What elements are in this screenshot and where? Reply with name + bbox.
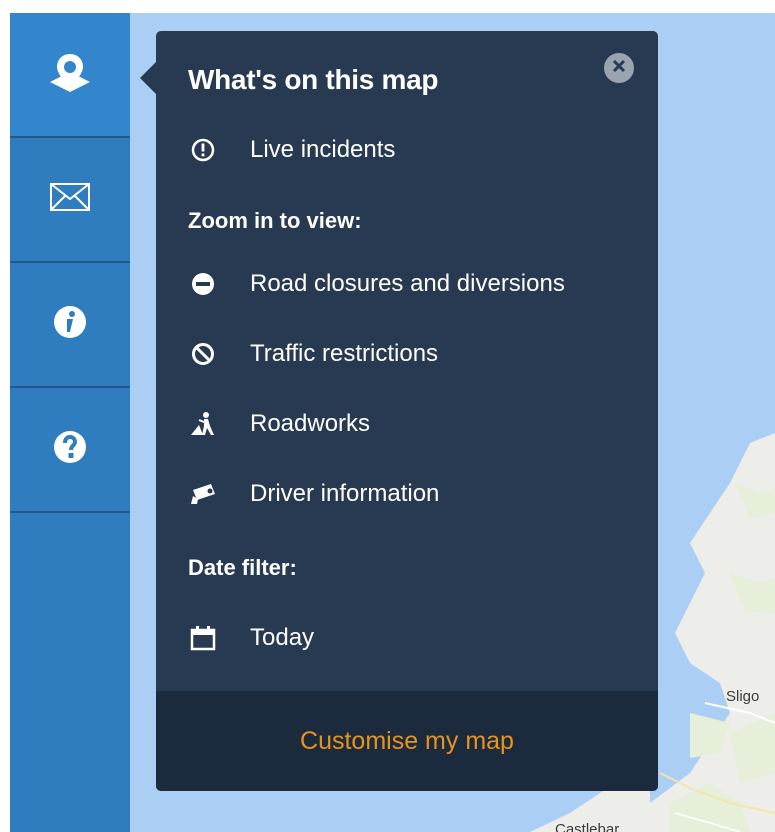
- info-icon: [53, 305, 87, 344]
- sidebar-item-email[interactable]: [10, 138, 130, 263]
- no-entry-icon: [188, 269, 218, 299]
- sidebar-item-map-key[interactable]: [10, 13, 130, 138]
- layer-roadworks[interactable]: Roadworks: [188, 409, 370, 439]
- map-pin-icon: [48, 50, 92, 99]
- calendar-icon: [188, 623, 218, 653]
- roadworks-icon: [188, 409, 218, 439]
- customise-map-link[interactable]: Customise my map: [300, 727, 514, 756]
- panel-pointer: [140, 62, 156, 94]
- close-button[interactable]: [604, 53, 634, 83]
- sidebar: [10, 13, 130, 832]
- layer-label: Roadworks: [250, 410, 371, 437]
- layer-label: Live incidents: [250, 136, 396, 163]
- close-icon: [612, 59, 626, 78]
- help-icon: [53, 430, 87, 469]
- layer-label: Road closures and diversions: [250, 270, 565, 297]
- date-filter-today[interactable]: Today: [188, 623, 314, 653]
- map-label-sligo: Sligo: [726, 688, 760, 705]
- sidebar-item-info[interactable]: [10, 263, 130, 388]
- camera-icon: [188, 479, 218, 509]
- alert-circle-icon: [188, 135, 218, 165]
- layer-label: Traffic restrictions: [250, 340, 439, 367]
- layer-road-closures[interactable]: Road closures and diversions: [188, 269, 565, 299]
- panel-title: What's on this map: [188, 64, 439, 95]
- map-label-castlebar: Castlebar: [555, 821, 620, 832]
- date-heading: Date filter:: [188, 555, 297, 580]
- layer-driver-information[interactable]: Driver information: [188, 479, 439, 509]
- layer-live-incidents[interactable]: Live incidents: [188, 135, 395, 165]
- envelope-icon: [50, 183, 90, 216]
- layer-traffic-restrictions[interactable]: Traffic restrictions: [188, 339, 438, 369]
- map-key-panel: What's on this map Live incidents Zoom i…: [156, 31, 658, 791]
- panel-footer: Customise my map: [156, 691, 658, 791]
- prohibited-icon: [188, 339, 218, 369]
- layer-label: Driver information: [250, 480, 440, 507]
- sidebar-item-help[interactable]: [10, 388, 130, 513]
- date-filter-label: Today: [250, 624, 315, 651]
- zoom-heading: Zoom in to view:: [188, 208, 362, 233]
